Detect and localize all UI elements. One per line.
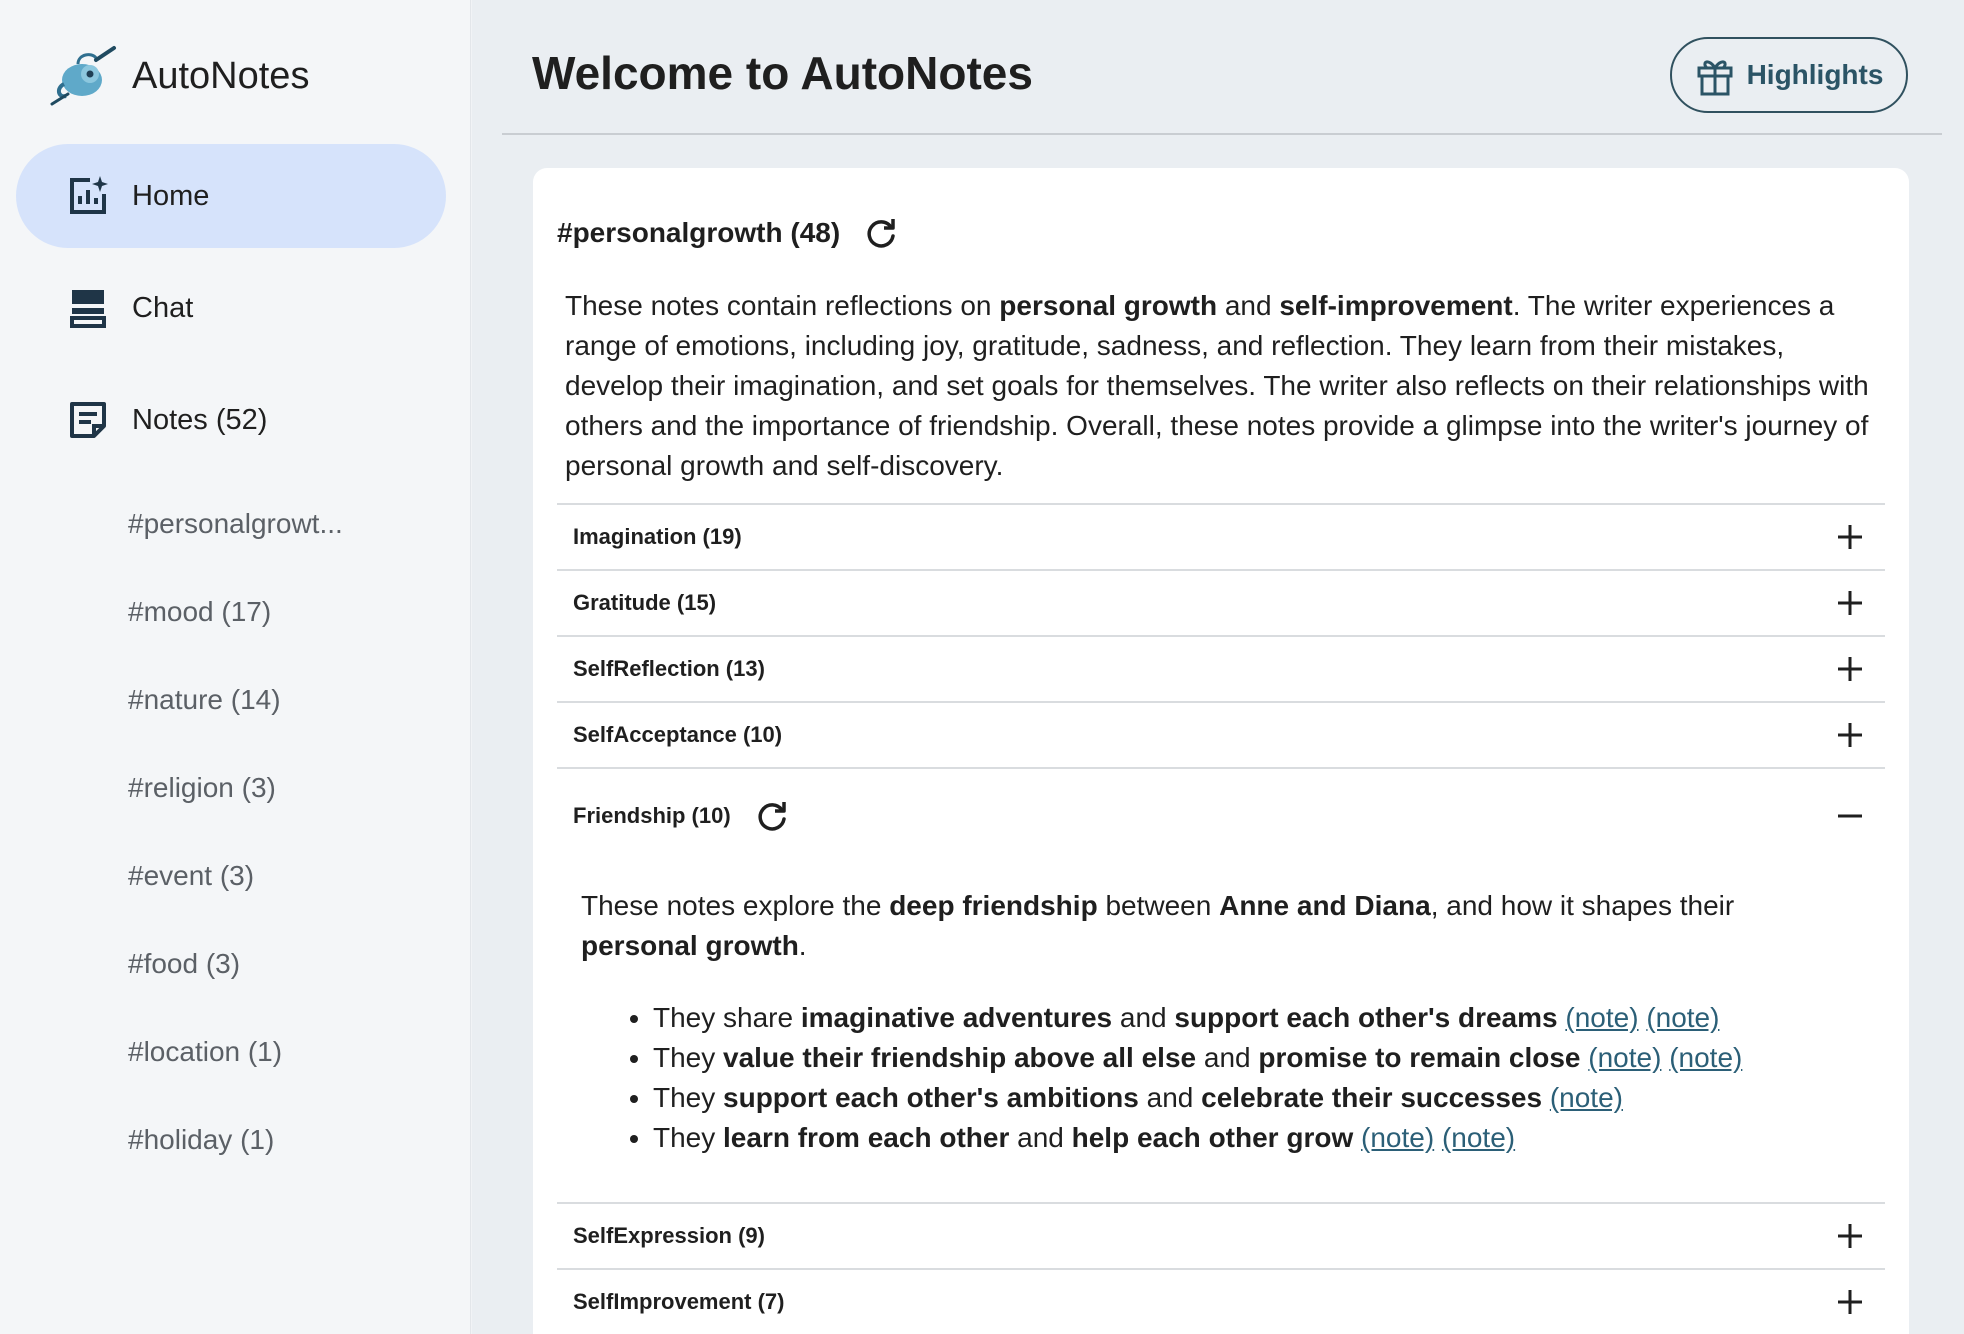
section-label: SelfExpression (9) [573,1223,765,1248]
bullet-emphasis: support each other's ambitions [723,1082,1139,1113]
refresh-icon[interactable] [755,799,789,833]
section-friendship[interactable]: Friendship (10) [557,767,1885,863]
section-imagination[interactable]: Imagination (19) [557,503,1885,569]
friendship-summary: These notes explore the deep friendship … [581,886,1841,966]
bullet-emphasis: celebrate their successes [1201,1082,1543,1113]
section-gratitude[interactable]: Gratitude (15) [557,569,1885,635]
bullet-text: They [653,1042,724,1073]
nav-home-label: Home [132,179,210,212]
note-link[interactable]: (note) [1588,1042,1661,1073]
list-item: They learn from each other and help each… [653,1118,1853,1158]
section-label: SelfImprovement (7) [573,1289,785,1314]
section-selfimprovement[interactable]: SelfImprovement (7) [557,1268,1885,1334]
tag-summary-card: #personalgrowth (48) These notes contain… [533,168,1909,1334]
summary-text: These notes explore the [581,890,890,921]
main-content: Welcome to AutoNotes Highlights #persona… [472,0,1964,1334]
plus-icon[interactable] [1835,654,1865,684]
refresh-icon[interactable] [864,216,898,250]
note-link[interactable]: (note) [1361,1122,1434,1153]
bullet-emphasis: support each other's dreams [1174,1002,1558,1033]
gift-icon [1697,60,1733,96]
plus-icon[interactable] [1835,1221,1865,1251]
app-name: AutoNotes [132,54,310,97]
header-divider [502,133,1942,135]
bullet-text: and [1196,1042,1259,1073]
bullet-text: and [1009,1122,1072,1153]
list-item: They share imaginative adventures and su… [653,998,1853,1038]
nav-notes[interactable]: Notes (52) [16,368,446,472]
nav-home[interactable]: Home [16,144,446,248]
summary-text: between [1097,890,1220,921]
section-selfacceptance[interactable]: SelfAcceptance (10) [557,701,1885,767]
section-label: Friendship (10) [573,803,731,828]
summary-text: . [798,930,807,961]
section-selfreflection[interactable]: SelfReflection (13) [557,635,1885,701]
summary-text: and [1217,290,1280,321]
plus-icon[interactable] [1835,1287,1865,1317]
section-label: Gratitude (15) [573,590,717,615]
tag-list: #personalgrowt... #mood (17) #nature (14… [128,480,428,1184]
highlights-label: Highlights [1746,59,1884,90]
section-label: SelfReflection (13) [573,656,765,681]
summary-emphasis: deep friendship [889,890,1098,921]
minus-icon[interactable] [1835,801,1865,831]
plus-icon[interactable] [1835,588,1865,618]
card-title: #personalgrowth (48) [557,217,841,248]
section-label: Imagination (19) [573,524,742,549]
card-summary: These notes contain reflections on perso… [565,286,1885,486]
bullet-text: and [1112,1002,1175,1033]
list-item: They value their friendship above all el… [653,1038,1853,1078]
tag-item[interactable]: #personalgrowt... [128,480,428,568]
sidebar: AutoNotes Home Chat Notes (52) #personal… [0,0,471,1334]
note-link[interactable]: (note) [1442,1122,1515,1153]
friendship-bullets: They share imaginative adventures and su… [653,998,1853,1158]
section-label: SelfAcceptance (10) [573,722,783,747]
section-header-left: Friendship (10) [573,799,789,833]
plus-icon[interactable] [1835,522,1865,552]
brand[interactable]: AutoNotes [48,44,309,108]
summary-text: , and how it shapes their [1430,890,1735,921]
bullet-emphasis: value their friendship above all else [723,1042,1197,1073]
bullet-emphasis: promise to remain close [1258,1042,1581,1073]
bullet-emphasis: imaginative adventures [800,1002,1113,1033]
tag-item[interactable]: #event (3) [128,832,428,920]
page-title: Welcome to AutoNotes [532,47,1033,99]
card-header: #personalgrowth (48) [557,216,898,250]
note-link[interactable]: (note) [1669,1042,1742,1073]
highlights-button[interactable]: Highlights [1670,37,1908,113]
summary-emphasis: personal growth [581,930,799,961]
bullet-text: They share [653,1002,801,1033]
bullet-text: They [653,1082,724,1113]
list-item: They support each other's ambitions and … [653,1078,1853,1118]
tag-item[interactable]: #mood (17) [128,568,428,656]
bullet-emphasis: learn from each other [723,1122,1010,1153]
tag-item[interactable]: #religion (3) [128,744,428,832]
note-icon [66,398,110,442]
nav-chat-label: Chat [132,291,194,324]
summary-emphasis: self-improvement [1279,290,1513,321]
nav-chat[interactable]: Chat [16,256,446,360]
chat-icon [66,286,110,330]
nav-notes-label: Notes (52) [132,403,268,436]
summary-emphasis: personal growth [999,290,1218,321]
plus-icon[interactable] [1835,720,1865,750]
tag-item[interactable]: #food (3) [128,920,428,1008]
tag-item[interactable]: #location (1) [128,1008,428,1096]
note-link[interactable]: (note) [1646,1002,1719,1033]
section-selfexpression[interactable]: SelfExpression (9) [557,1202,1885,1268]
bullet-text: and [1138,1082,1202,1113]
tag-item[interactable]: #nature (14) [128,656,428,744]
summary-text: These notes contain reflections on [565,290,1000,321]
insights-icon [66,174,110,218]
tag-item[interactable]: #holiday (1) [128,1096,428,1184]
chameleon-logo-icon [50,46,116,106]
note-link[interactable]: (note) [1550,1082,1623,1113]
note-link[interactable]: (note) [1565,1002,1638,1033]
summary-emphasis: Anne and Diana [1219,890,1431,921]
bullet-emphasis: help each other grow [1071,1122,1354,1153]
bullet-text: They [653,1122,724,1153]
